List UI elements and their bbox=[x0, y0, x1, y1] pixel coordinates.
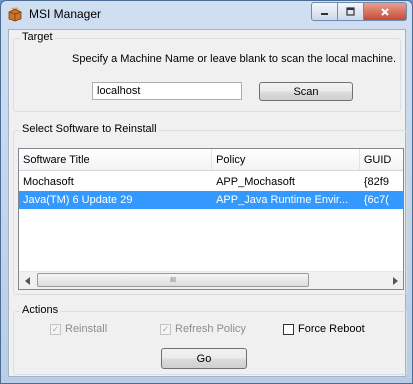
target-hint: Specify a Machine Name or leave blank to… bbox=[72, 53, 397, 65]
machine-name-input[interactable] bbox=[92, 82, 242, 100]
force-reboot-checkbox[interactable]: Force Reboot bbox=[283, 323, 365, 335]
guid-cell: {6c7( bbox=[363, 194, 389, 206]
triangle-right-icon bbox=[392, 276, 398, 285]
column-header-guid[interactable]: GUID bbox=[359, 149, 403, 171]
scroll-left-button[interactable] bbox=[19, 272, 36, 289]
checkmark-icon: ✓ bbox=[160, 323, 171, 335]
maximize-button[interactable] bbox=[338, 2, 364, 21]
refresh-policy-label: Refresh Policy bbox=[175, 323, 246, 335]
guid-cell: {82f9 bbox=[363, 176, 389, 188]
policy-cell: APP_Mochasoft bbox=[216, 176, 295, 188]
target-group: Target Specify a Machine Name or leave b… bbox=[13, 31, 401, 112]
target-group-title: Target bbox=[20, 31, 55, 43]
reinstall-checkbox: ✓ Reinstall bbox=[50, 323, 107, 335]
close-icon bbox=[381, 7, 389, 16]
app-package-icon bbox=[8, 7, 22, 22]
refresh-policy-checkbox: ✓ Refresh Policy bbox=[160, 323, 246, 335]
close-button[interactable] bbox=[364, 2, 407, 21]
column-header-software-title[interactable]: Software Title bbox=[19, 149, 213, 171]
scan-button[interactable]: Scan bbox=[259, 82, 353, 101]
software-title-cell: Java(TM) 6 Update 29 bbox=[23, 194, 133, 206]
triangle-left-icon bbox=[24, 276, 30, 285]
checkbox-box[interactable] bbox=[283, 323, 294, 335]
scan-button-label: Scan bbox=[293, 85, 319, 98]
go-button[interactable]: Go bbox=[161, 348, 247, 369]
software-title-cell: Mochasoft bbox=[23, 176, 74, 188]
client-area: Target Specify a Machine Name or leave b… bbox=[8, 29, 407, 377]
list-header: Software Title Policy GUID bbox=[19, 149, 403, 172]
window-title: MSI Manager bbox=[29, 7, 102, 21]
scroll-right-button[interactable] bbox=[386, 272, 403, 289]
scrollbar-thumb[interactable]: III bbox=[37, 273, 309, 287]
main-window: MSI Manager Target Specify a Machine Nam… bbox=[0, 0, 413, 384]
list-item-selected[interactable]: Java(TM) 6 Update 29 APP_Java Runtime En… bbox=[19, 191, 403, 209]
horizontal-scrollbar[interactable]: III bbox=[19, 271, 403, 289]
scroll-grip-icon: III bbox=[170, 276, 176, 284]
software-group: Select Software to Reinstall Software Ti… bbox=[13, 123, 407, 295]
policy-cell: APP_Java Runtime Envir... bbox=[216, 194, 349, 206]
minimize-icon bbox=[321, 13, 328, 15]
maximize-icon bbox=[346, 7, 355, 16]
actions-group: Actions ✓ Reinstall ✓ Refresh Policy For… bbox=[13, 304, 407, 375]
minimize-button[interactable] bbox=[311, 2, 338, 21]
checkmark-icon: ✓ bbox=[50, 323, 61, 335]
software-group-title: Select Software to Reinstall bbox=[20, 123, 159, 135]
caption-buttons bbox=[311, 2, 407, 21]
title-bar[interactable]: MSI Manager bbox=[1, 1, 412, 29]
list-item[interactable]: Mochasoft APP_Mochasoft {82f9 bbox=[19, 173, 403, 191]
actions-group-title: Actions bbox=[20, 304, 61, 316]
force-reboot-label[interactable]: Force Reboot bbox=[298, 323, 365, 335]
reinstall-label: Reinstall bbox=[65, 323, 108, 335]
software-list[interactable]: Software Title Policy GUID Mochasoft APP… bbox=[18, 148, 404, 290]
go-button-label: Go bbox=[196, 352, 212, 365]
column-header-policy[interactable]: Policy bbox=[212, 149, 360, 171]
